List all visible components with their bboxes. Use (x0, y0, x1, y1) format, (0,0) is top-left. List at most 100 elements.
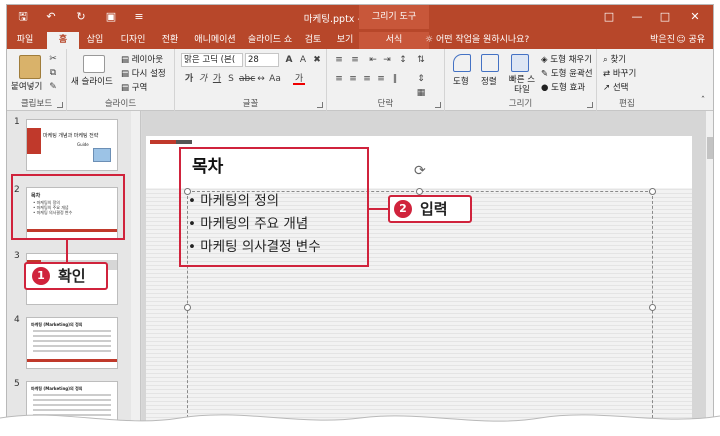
ribbon-display-icon[interactable]: □ (601, 9, 617, 25)
copy-icon[interactable]: ⧉ (47, 67, 59, 79)
line-spacing-icon[interactable]: ↕ (397, 54, 409, 66)
paragraph-launcher[interactable] (435, 102, 441, 108)
font-name-combo[interactable]: 맑은 고딕 (본( (181, 53, 243, 67)
section-button[interactable]: ▤ 구역 (121, 81, 147, 93)
shape-effects-button[interactable]: ● 도형 효과 (541, 81, 585, 93)
bullets-icon[interactable]: ≡ (333, 54, 345, 66)
align-left-icon[interactable]: ≡ (333, 73, 345, 85)
resize-handle[interactable] (649, 188, 656, 195)
justify-icon[interactable]: ≡ (375, 73, 387, 85)
shrink-font-icon[interactable]: A (297, 54, 309, 66)
thumbnail-scrollbar[interactable] (131, 111, 140, 431)
outline-pen-icon: ✎ (541, 69, 551, 79)
italic-icon[interactable]: 가 (197, 73, 209, 85)
tab-file[interactable]: 파일 (11, 32, 39, 49)
scroll-thumb[interactable] (707, 137, 713, 159)
align-right-icon[interactable]: ≡ (361, 73, 373, 85)
cursor-icon: ↗ (603, 83, 613, 93)
thumb-title: 마케팅 개념과 마케팅 전략 (43, 133, 99, 139)
decrease-indent-icon[interactable]: ⇤ (367, 54, 379, 66)
cut-icon[interactable]: ✂ (47, 53, 59, 65)
new-slide-button[interactable]: 새 슬라이드 (71, 75, 113, 87)
group-font: 맑은 고딕 (본( 28 A A ✖ 가 가 가 S abc ↔ Aa 가 글꼴 (175, 49, 327, 111)
resize-handle[interactable] (649, 304, 656, 311)
tab-home[interactable]: 홈 (47, 32, 79, 49)
underline-icon[interactable]: 가 (211, 73, 223, 85)
tab-design[interactable]: 디자인 (115, 32, 151, 49)
close-icon[interactable]: ✕ (687, 9, 703, 25)
find-button[interactable]: ⌕ 찾기 (603, 53, 626, 65)
arrange-icon[interactable] (481, 54, 499, 72)
slide-thumbnail-1[interactable]: 마케팅 개념과 마케팅 전략 Guide (26, 119, 118, 171)
tab-animations[interactable]: 애니메이션 (189, 32, 241, 49)
effects-icon: ● (541, 83, 552, 93)
change-case-icon[interactable]: Aa (269, 73, 281, 85)
tab-view[interactable]: 보기 (331, 32, 359, 49)
font-color-icon[interactable]: 가 (293, 73, 305, 85)
person-icon: ☺ (676, 35, 689, 45)
tab-slideshow[interactable]: 슬라이드 쇼 (245, 32, 295, 49)
slide-bullet-list[interactable]: • 마케팅의 정의 • 마케팅의 주요 개념 • 마케팅 의사결정 변수 (188, 190, 321, 259)
accent-bar-dark (176, 140, 192, 144)
quick-styles-icon[interactable] (511, 54, 529, 72)
char-spacing-icon[interactable]: ↔ (255, 73, 267, 85)
select-button[interactable]: ↗ 선택 (603, 81, 628, 93)
tab-insert[interactable]: 삽입 (79, 32, 111, 49)
arrange-button[interactable]: 정렬 (481, 75, 497, 87)
strikethrough-icon[interactable]: abc (239, 73, 255, 85)
align-text-icon[interactable]: ⇕ (415, 73, 427, 85)
shape-outline-button[interactable]: ✎ 도형 윤곽선 (541, 67, 593, 79)
resize-handle[interactable] (184, 304, 191, 311)
tab-format[interactable]: 서식 (359, 32, 429, 49)
canvas-scrollbar[interactable] (706, 111, 713, 431)
layout-icon: ▤ (121, 55, 132, 65)
clipboard-launcher[interactable] (57, 102, 63, 108)
slide-title[interactable]: 목차 (192, 152, 223, 177)
format-painter-icon[interactable]: ✎ (47, 81, 59, 93)
new-slide-icon[interactable] (83, 55, 105, 73)
minimize-icon[interactable]: — (629, 9, 645, 25)
clear-format-icon[interactable]: ✖ (311, 54, 323, 66)
quick-styles-button[interactable]: 빠른 스타일 (507, 75, 537, 95)
rotate-handle-icon[interactable]: ⟳ (414, 163, 426, 179)
shape-fill-button[interactable]: ◈ 도형 채우기 (541, 53, 592, 65)
collapse-ribbon-icon[interactable]: ˆ (697, 95, 709, 107)
group-paragraph: ≡ ≡ ⇤ ⇥ ↕ ⇅ ≡ ≡ ≡ ≡ ‖ ⇕ ▦ 단락 (327, 49, 445, 111)
grow-font-icon[interactable]: A (283, 54, 295, 66)
drawing-launcher[interactable] (587, 102, 593, 108)
paste-icon[interactable] (19, 55, 41, 79)
shapes-icon[interactable] (453, 54, 471, 72)
step2-badge: 2 (394, 200, 412, 218)
tab-review[interactable]: 검토 (299, 32, 327, 49)
numbering-icon[interactable]: ≡ (349, 54, 361, 66)
step2-callout: 2 입력 (388, 195, 472, 223)
tab-transitions[interactable]: 전환 (155, 32, 185, 49)
bullet-item: • 마케팅 의사결정 변수 (188, 239, 321, 255)
ribbon: 붙여넣기 ✂ ⧉ ✎ 클립보드 새 슬라이드 ▤ 레이아웃 ▤ 다시 설정 ▤ … (7, 49, 713, 111)
accent-bar (150, 140, 176, 144)
align-center-icon[interactable]: ≡ (347, 73, 359, 85)
replace-button[interactable]: ⇄ 바꾸기 (603, 67, 636, 79)
step1-connector (66, 240, 68, 262)
user-name[interactable]: 박은진 (650, 32, 675, 49)
share-button[interactable]: ☺ 공유 (676, 32, 705, 49)
text-direction-icon[interactable]: ⇅ (415, 54, 427, 66)
layout-button[interactable]: ▤ 레이아웃 (121, 53, 163, 65)
paragraph-label: 단락 (377, 99, 394, 109)
tell-me-box[interactable]: ☼ 어떤 작업을 원하시나요? (425, 32, 529, 49)
resize-handle[interactable] (416, 188, 423, 195)
shadow-icon[interactable]: S (225, 73, 237, 85)
font-launcher[interactable] (317, 102, 323, 108)
reset-button[interactable]: ▤ 다시 설정 (121, 67, 166, 79)
thumb-number: 4 (14, 315, 20, 325)
slide-thumbnail-4[interactable]: 마케팅 (Marketing)의 정의 (26, 317, 118, 369)
bold-icon[interactable]: 가 (183, 73, 195, 85)
paste-button[interactable]: 붙여넣기 (11, 80, 42, 92)
maximize-icon[interactable]: □ (657, 9, 673, 25)
font-size-combo[interactable]: 28 (245, 53, 279, 67)
shapes-button[interactable]: 도형 (453, 75, 469, 87)
laptop-image (93, 148, 111, 162)
increase-indent-icon[interactable]: ⇥ (381, 54, 393, 66)
columns-icon[interactable]: ‖ (389, 73, 401, 85)
bullet-item: • 마케팅의 정의 (188, 193, 280, 209)
